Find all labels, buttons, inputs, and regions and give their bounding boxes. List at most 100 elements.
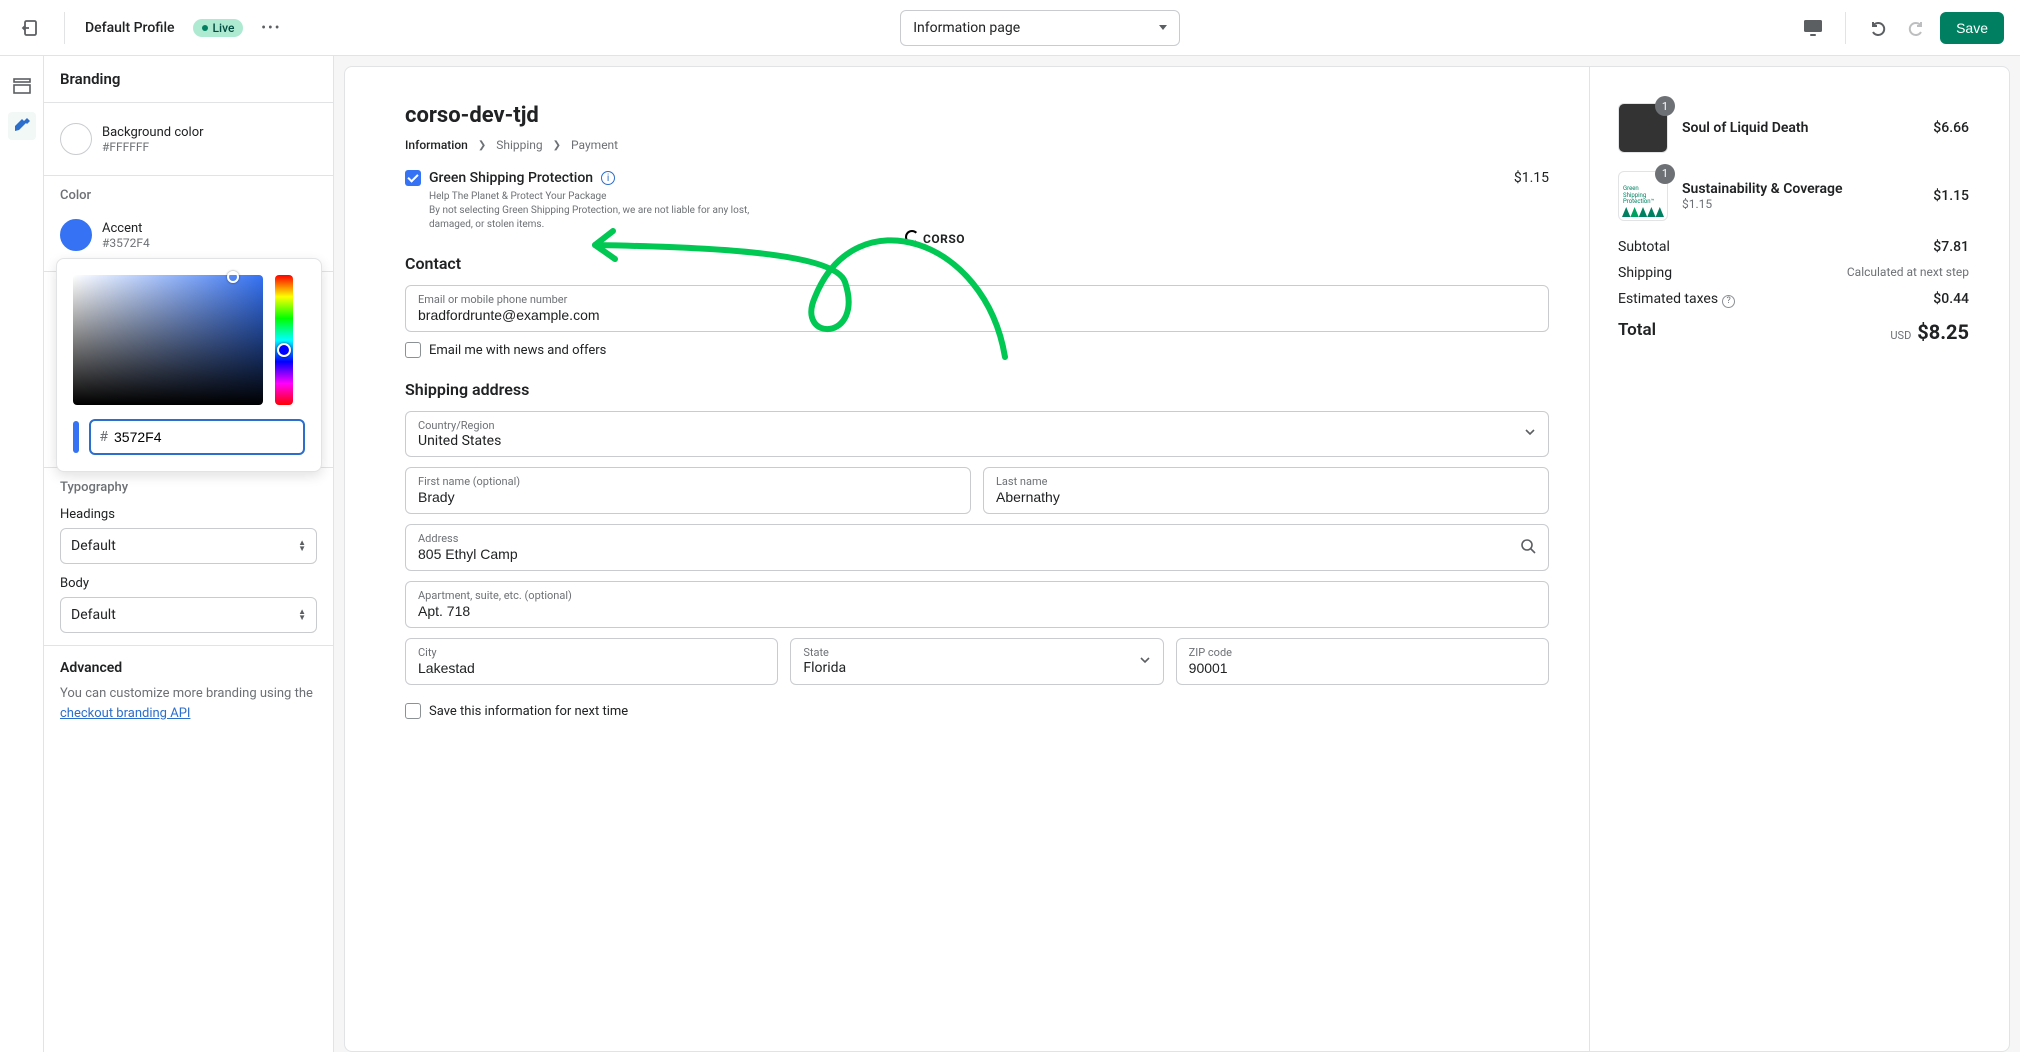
cart-item-price: $6.66 (1933, 120, 1969, 136)
page-select[interactable]: Information page (900, 10, 1180, 46)
bg-color-value: #FFFFFF (102, 140, 204, 154)
accent-swatch (60, 219, 92, 251)
cart-item-price: $1.15 (1933, 188, 1969, 204)
gsp-title: Green Shipping Protection (429, 170, 593, 186)
total-currency: USD (1890, 329, 1911, 342)
panel-title: Branding (44, 56, 333, 103)
picker-preview-swatch (73, 421, 79, 453)
color-picker: # (56, 258, 322, 472)
search-icon[interactable] (1520, 538, 1536, 558)
total-label: Total (1618, 320, 1656, 344)
gsp-subtext-2: By not selecting Green Shipping Protecti… (429, 204, 789, 232)
cart-item-name: Sustainability & Coverage (1682, 181, 1919, 197)
email-field[interactable]: Email or mobile phone number (405, 285, 1549, 332)
crumb-shipping: Shipping (496, 138, 542, 152)
advanced-title: Advanced (60, 660, 317, 676)
headings-select[interactable]: Default ▲▼ (60, 528, 317, 564)
city-field[interactable]: City (405, 638, 778, 685)
crumb-payment: Payment (571, 138, 618, 152)
store-title: corso-dev-tjd (405, 103, 1549, 128)
branding-icon[interactable] (8, 112, 36, 140)
sections-icon[interactable] (8, 72, 36, 100)
profile-name: Default Profile (85, 20, 175, 36)
advanced-text: You can customize more branding using th… (60, 684, 317, 723)
more-icon[interactable]: ••• (261, 18, 281, 38)
bg-color-label: Background color (102, 125, 204, 140)
chevron-right-icon: ❯ (478, 140, 486, 151)
cart-item-sub: $1.15 (1682, 197, 1919, 211)
page-select-label: Information page (913, 20, 1020, 36)
crumb-information[interactable]: Information (405, 138, 468, 152)
accent-color-row[interactable]: Accent #3572F4 (60, 211, 317, 259)
gsp-subtext-1: Help The Planet & Protect Your Package (429, 190, 1549, 204)
news-checkbox[interactable] (405, 342, 421, 358)
nav-rail (0, 56, 44, 1052)
qty-badge: 1 (1655, 96, 1675, 116)
apartment-field[interactable]: Apartment, suite, etc. (optional) (405, 581, 1549, 628)
subtotal-label: Subtotal (1618, 239, 1670, 255)
satval-handle[interactable] (227, 271, 239, 283)
gsp-price: $1.15 (1514, 170, 1549, 186)
hue-handle[interactable] (277, 343, 291, 357)
total-value: $8.25 (1917, 320, 1969, 344)
background-swatch (60, 123, 92, 155)
chevron-down-icon (1524, 426, 1536, 442)
country-select[interactable]: Country/Region United States (405, 411, 1549, 457)
help-icon[interactable]: ? (1722, 295, 1735, 308)
info-icon[interactable]: i (601, 171, 615, 185)
divider (1845, 12, 1846, 44)
branding-api-link[interactable]: checkout branding API (60, 706, 190, 721)
tax-value: $0.44 (1933, 291, 1969, 308)
hue-slider[interactable] (275, 275, 293, 405)
qty-badge: 1 (1655, 164, 1675, 184)
shipping-header: Shipping address (405, 380, 1549, 399)
desktop-view-icon[interactable] (1799, 14, 1827, 42)
address-field[interactable]: Address (405, 524, 1549, 571)
product-thumbnail: 1 (1618, 103, 1668, 153)
state-select[interactable]: State Florida (790, 638, 1163, 685)
first-name-field[interactable]: First name (optional) (405, 467, 971, 514)
last-name-field[interactable]: Last name (983, 467, 1549, 514)
news-checkbox-row[interactable]: Email me with news and offers (405, 342, 1549, 358)
save-button[interactable]: Save (1940, 12, 2004, 44)
tax-label: Estimated taxes? (1618, 291, 1735, 308)
chevron-down-icon (1139, 654, 1151, 670)
cart-item: GreenShippingProtection™ 1 Sustainabilit… (1618, 171, 1969, 221)
caret-down-icon (1159, 25, 1167, 30)
hex-prefix: # (99, 429, 108, 445)
redo-icon[interactable] (1902, 14, 1930, 42)
color-section-title: Color (60, 188, 317, 203)
hex-input[interactable] (114, 429, 295, 445)
hex-input-wrap[interactable]: # (89, 419, 305, 455)
headings-label: Headings (60, 507, 317, 522)
gsp-checkbox[interactable] (405, 170, 421, 186)
product-thumbnail: GreenShippingProtection™ 1 (1618, 171, 1668, 221)
accent-label: Accent (102, 221, 150, 236)
cart-item: 1 Soul of Liquid Death $6.66 (1618, 103, 1969, 153)
corso-logo: CORSO (905, 230, 965, 246)
live-badge: Live (193, 19, 244, 37)
contact-header: Contact (405, 254, 1549, 273)
saturation-value-area[interactable] (73, 275, 263, 405)
divider (64, 12, 65, 44)
background-color-row[interactable]: Background color #FFFFFF (60, 115, 317, 163)
branding-panel: Branding Background color #FFFFFF Color … (44, 56, 334, 1052)
exit-icon[interactable] (16, 14, 44, 42)
chevron-right-icon: ❯ (553, 140, 561, 151)
save-info-row[interactable]: Save this information for next time (405, 703, 1549, 719)
email-input[interactable] (418, 306, 1536, 323)
undo-icon[interactable] (1864, 14, 1892, 42)
shipping-note: Calculated at next step (1847, 265, 1969, 281)
typography-title: Typography (60, 480, 317, 495)
body-select[interactable]: Default ▲▼ (60, 597, 317, 633)
body-label: Body (60, 576, 317, 591)
updown-icon: ▲▼ (298, 540, 306, 552)
save-info-checkbox[interactable] (405, 703, 421, 719)
cart-item-name: Soul of Liquid Death (1682, 120, 1919, 136)
zip-field[interactable]: ZIP code (1176, 638, 1549, 685)
subtotal-value: $7.81 (1933, 239, 1969, 255)
accent-value: #3572F4 (102, 236, 150, 250)
breadcrumb: Information ❯ Shipping ❯ Payment (405, 138, 1549, 152)
updown-icon: ▲▼ (298, 609, 306, 621)
shipping-label: Shipping (1618, 265, 1672, 281)
